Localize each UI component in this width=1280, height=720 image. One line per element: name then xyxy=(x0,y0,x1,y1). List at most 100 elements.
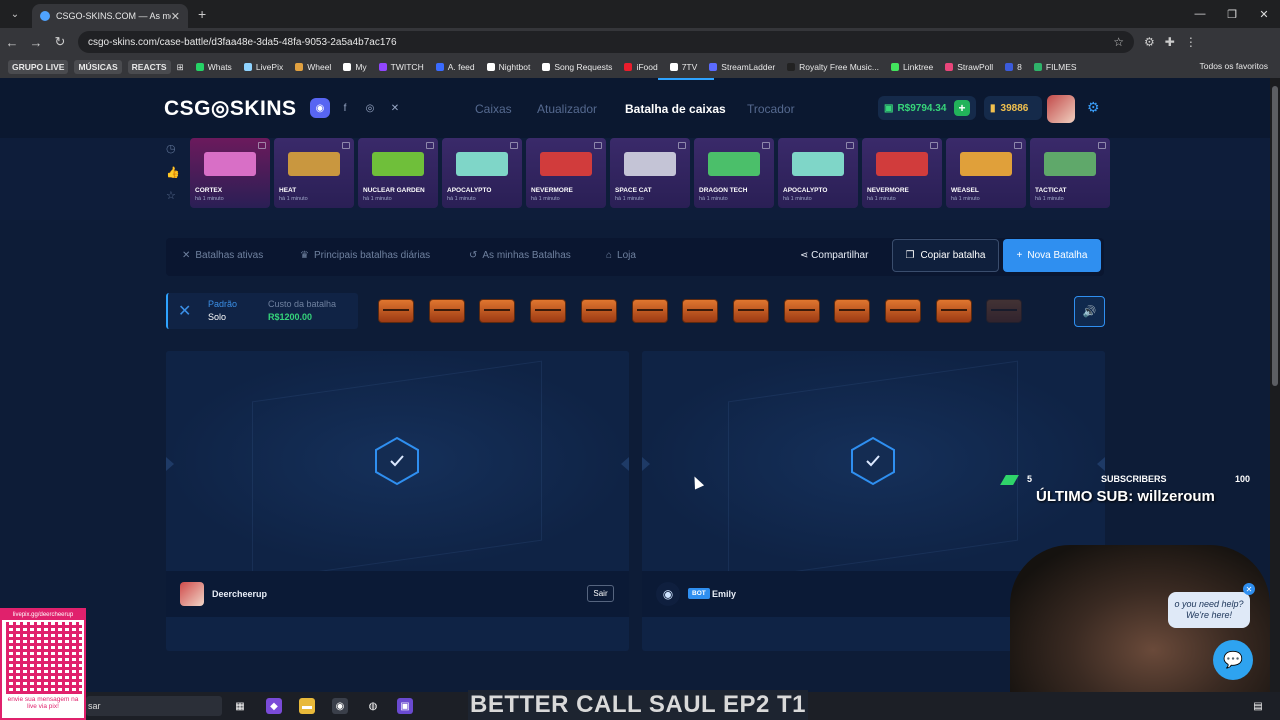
all-bookmarks-folder[interactable]: Todos os favoritos xyxy=(1199,61,1268,71)
battle-case-icon[interactable] xyxy=(631,299,668,323)
bookmarks-bar: GRUPO LIVE MÚSICAS REACTS ⊞ Whats LivePix Whee… xyxy=(0,56,1280,78)
task-view-icon[interactable]: ▦ xyxy=(232,698,248,714)
url-input[interactable]: csgo-skins.com/case-battle/d3faa48e-3da5… xyxy=(78,31,1134,53)
share-button[interactable]: ⋖ Compartilhar xyxy=(800,250,868,261)
page-scrollbar[interactable] xyxy=(1270,78,1280,720)
sound-toggle-button[interactable]: 🔊 xyxy=(1074,296,1105,327)
user-avatar[interactable] xyxy=(1047,95,1075,123)
battle-case-icon[interactable] xyxy=(479,299,516,323)
live-drop-card[interactable]: TACTICAT há 1 minuto xyxy=(1030,138,1110,208)
battle-case-icon[interactable] xyxy=(530,299,567,323)
top-daily-battles-tab[interactable]: ♛ Principais batalhas diárias xyxy=(300,250,430,261)
restore-icon[interactable]: ❐ xyxy=(1216,8,1248,21)
bookmark-item[interactable]: Royalty Free Music... xyxy=(787,62,879,72)
bookmark-item[interactable]: My xyxy=(343,62,367,72)
browser-tab[interactable]: CSGO-SKINS.COM — As melhores ✕ xyxy=(32,4,188,28)
bookmark-item[interactable]: Wheel xyxy=(295,62,331,72)
bookmark-item[interactable]: 7TV xyxy=(669,62,697,72)
reload-icon[interactable]: ↻ xyxy=(48,34,72,50)
close-tab-icon[interactable]: ✕ xyxy=(171,10,180,23)
active-battles-tab[interactable]: ✕ Batalhas ativas xyxy=(182,250,263,261)
nav-cases[interactable]: Caixas xyxy=(475,102,512,116)
battle-case-icon[interactable] xyxy=(580,299,617,323)
discord-icon[interactable]: ◉ xyxy=(310,98,330,118)
live-drop-card[interactable]: SPACE CAT há 1 minuto xyxy=(610,138,690,208)
menu-icon[interactable]: ⋮ xyxy=(1185,35,1197,49)
bookmark-star-icon[interactable]: ☆ xyxy=(1113,35,1124,49)
battle-case-icon[interactable] xyxy=(885,299,921,323)
bookmark-item[interactable]: StreamLadder xyxy=(709,62,775,72)
clock-icon[interactable]: ◷ xyxy=(166,142,176,155)
live-drop-card[interactable]: HEAT há 1 minuto xyxy=(274,138,354,208)
bookmark-item[interactable]: Whats xyxy=(195,62,232,72)
battle-case-icon[interactable] xyxy=(834,299,871,323)
bookmark-item[interactable]: Song Requests xyxy=(542,62,612,72)
instagram-icon[interactable]: ◎ xyxy=(360,98,380,118)
deposit-button[interactable]: + xyxy=(954,100,970,116)
battle-case-icon[interactable] xyxy=(783,299,820,323)
bookmark-item[interactable]: MÚSICAS xyxy=(74,60,122,74)
app-icon[interactable]: ▣ xyxy=(397,698,413,714)
shop-tab[interactable]: ⌂ Loja xyxy=(606,250,636,261)
leave-button[interactable]: Sair xyxy=(587,585,614,602)
extension-icon[interactable]: ⚙ xyxy=(1144,35,1155,49)
bookmark-item[interactable]: GRUPO LIVE xyxy=(8,60,69,74)
battle-case-icon[interactable] xyxy=(732,299,769,323)
puzzle-icon[interactable]: ✚ xyxy=(1165,35,1175,49)
bookmark-item[interactable]: FILMES xyxy=(1033,62,1077,72)
live-drop-card[interactable]: NUCLEAR GARDEN há 1 minuto xyxy=(358,138,438,208)
facebook-icon[interactable]: f xyxy=(335,98,355,118)
bookmark-item[interactable]: iFood xyxy=(624,62,658,72)
scrollbar-thumb[interactable] xyxy=(1272,86,1278,386)
taskbar-search[interactable]: sar xyxy=(86,696,222,716)
live-drop-card[interactable]: DRAGON TECH há 1 minuto xyxy=(694,138,774,208)
live-drop-card[interactable]: APOCALYPTO há 1 minuto xyxy=(778,138,858,208)
bookmark-item[interactable]: TWITCH xyxy=(378,62,424,72)
copy-battle-button[interactable]: ❐ Copiar batalha xyxy=(892,239,999,272)
close-help-icon[interactable]: ✕ xyxy=(1243,583,1255,595)
site-logo[interactable]: CSG◎SKINS xyxy=(164,96,297,121)
battle-case-icon[interactable] xyxy=(378,299,414,323)
live-drop-card[interactable]: CORTEX há 1 minuto xyxy=(190,138,270,208)
battle-case-icon[interactable] xyxy=(682,299,719,323)
battle-case-icon[interactable] xyxy=(935,299,972,323)
close-window-icon[interactable]: ✕ xyxy=(1248,8,1280,21)
bookmark-item[interactable]: 8 xyxy=(1005,62,1022,72)
star-icon[interactable]: ☆ xyxy=(166,189,176,202)
x-icon[interactable]: ✕ xyxy=(385,98,405,118)
bookmark-item[interactable]: LivePix xyxy=(243,62,283,72)
new-tab-icon[interactable]: + xyxy=(198,6,206,22)
thumbs-up-icon[interactable]: 👍 xyxy=(166,166,180,179)
live-drop-card[interactable]: NEVERMORE há 1 minuto xyxy=(526,138,606,208)
back-icon[interactable]: ← xyxy=(0,35,24,50)
obs-icon[interactable]: ◍ xyxy=(365,698,381,714)
chat-support-button[interactable]: 💬 xyxy=(1213,640,1253,680)
forward-icon[interactable]: → xyxy=(24,35,48,50)
my-battles-tab[interactable]: ↺ As minhas Batalhas xyxy=(469,250,571,261)
live-drop-card[interactable]: WEASEL há 1 minuto xyxy=(946,138,1026,208)
settings-gear-icon[interactable]: ⚙ xyxy=(1087,99,1100,116)
tab-search-icon[interactable]: ⌄ xyxy=(4,4,26,24)
bookmark-item[interactable]: StrawPoll xyxy=(945,62,993,72)
nav-case-battle[interactable]: Batalha de caixas xyxy=(625,102,726,116)
help-bubble[interactable]: o you need help? We're here! xyxy=(1168,592,1250,628)
weapon-skin-icon xyxy=(1044,152,1096,176)
bookmark-item[interactable]: A. feed xyxy=(435,62,475,72)
bookmark-item[interactable]: Nightbot xyxy=(486,62,530,72)
new-battle-button[interactable]: + Nova Batalha xyxy=(1003,239,1101,272)
chrome-icon[interactable]: ◉ xyxy=(332,698,348,714)
nav-upgrader[interactable]: Atualizador xyxy=(537,102,597,116)
bookmark-item[interactable]: Linktree xyxy=(891,62,933,72)
bookmark-item[interactable]: REACTS xyxy=(127,60,171,74)
live-drop-card[interactable]: NEVERMORE há 1 minuto xyxy=(862,138,942,208)
file-explorer-icon[interactable]: ▬ xyxy=(299,698,315,714)
battle-case-icon[interactable] xyxy=(428,299,465,323)
battle-case-icon[interactable] xyxy=(986,299,1023,323)
live-drop-card[interactable]: APOCALYPTO há 1 minuto xyxy=(442,138,522,208)
notifications-icon[interactable]: ▤ xyxy=(1250,698,1266,714)
apps-grid-icon[interactable]: ⊞ xyxy=(177,62,184,73)
minimize-icon[interactable]: — xyxy=(1184,8,1216,20)
copilot-icon[interactable]: ◆ xyxy=(266,698,282,714)
bookmark-label: Royalty Free Music... xyxy=(799,62,879,72)
nav-trade[interactable]: Trocador xyxy=(747,102,795,116)
